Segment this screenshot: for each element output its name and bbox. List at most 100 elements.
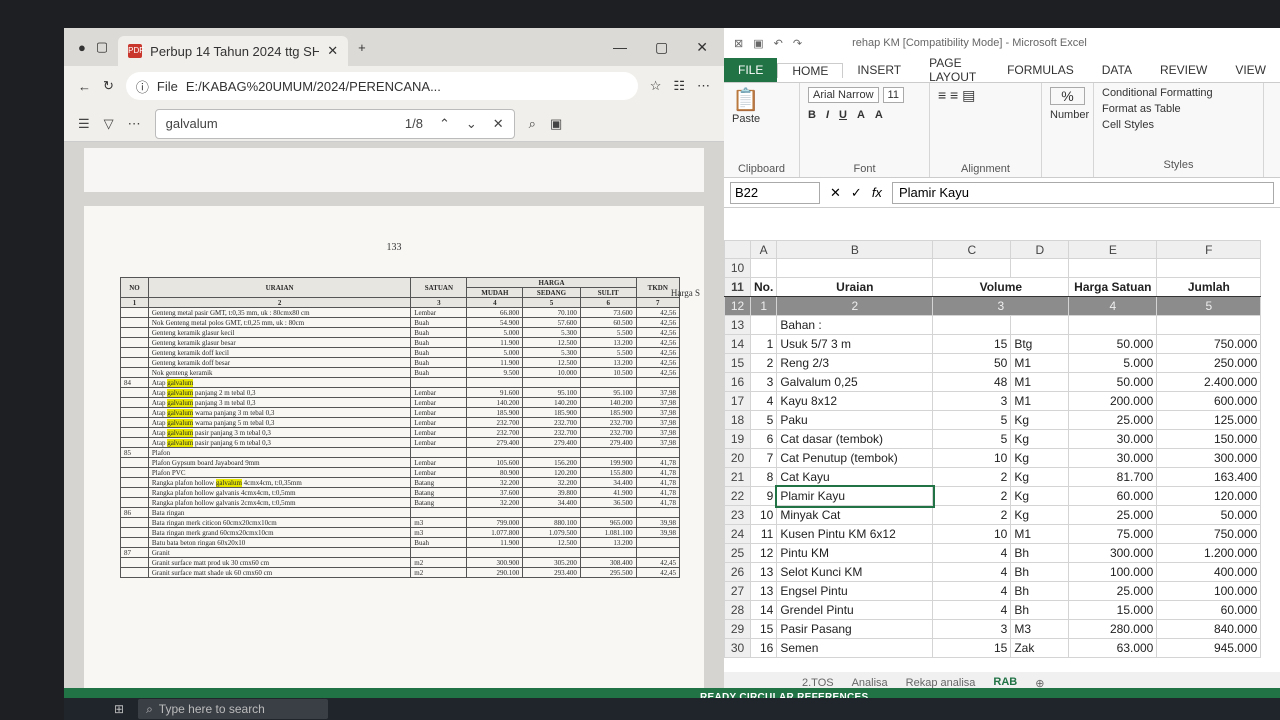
cell[interactable] [1010,258,1070,278]
find-input[interactable]: galvalum [166,116,389,131]
bold-button[interactable]: B [808,109,816,121]
cell-jumlah[interactable]: 400.000 [1156,562,1262,582]
paste-icon[interactable]: 📋 [732,87,791,113]
col-header-c[interactable]: C [932,240,1012,259]
cell-uraian[interactable]: Reng 2/3 [776,353,934,373]
ribbon-tab-review[interactable]: REVIEW [1146,63,1221,77]
row-header[interactable]: 30 [724,638,751,658]
cell-harga[interactable]: 5.000 [1068,353,1158,373]
row-header[interactable]: 21 [724,467,751,487]
cell-harga[interactable]: 30.000 [1068,429,1158,449]
underline-button[interactable]: U [839,109,847,121]
cell[interactable]: 4 [1068,296,1158,316]
cell-uraian[interactable]: Plamir Kayu [774,484,935,508]
cell-uraian[interactable]: Engsel Pintu [776,581,934,601]
pdf-viewer[interactable]: 133 Harga S NO URAIAN SATUAN HARGA TKDN [64,142,724,698]
cell-jumlah[interactable]: 840.000 [1156,619,1262,639]
enter-icon[interactable]: ✓ [851,185,862,201]
cell[interactable] [749,315,778,335]
row-header[interactable]: 14 [724,334,751,354]
cell-no[interactable]: 10 [749,505,778,525]
cell-no-header[interactable]: No. [749,277,778,297]
col-header-b[interactable]: B [776,240,934,259]
contents-icon[interactable]: ☰ [78,116,90,132]
paste-button[interactable]: Paste [732,113,791,125]
cell-no[interactable]: 15 [749,619,778,639]
ribbon-tab-file[interactable]: FILE [724,58,778,82]
cell-jumlah[interactable]: 163.400 [1156,467,1262,487]
row-header[interactable]: 12 [724,296,751,316]
cell-no[interactable]: 4 [749,391,778,411]
cell-jumlah[interactable]: 300.000 [1156,448,1262,468]
cell-volume[interactable]: 5 [932,410,1012,430]
undo-icon[interactable]: ↶ [774,37,783,50]
cell-jumlah[interactable]: 2.400.000 [1156,372,1262,392]
cell[interactable] [932,258,1012,278]
cell[interactable] [1068,258,1158,278]
cell-jumlah[interactable]: 750.000 [1156,334,1262,354]
col-header-e[interactable]: E [1068,240,1158,259]
close-icon[interactable]: ✕ [696,39,708,56]
cell-harga[interactable]: 50.000 [1068,372,1158,392]
font-shrink-icon[interactable]: A [875,109,883,121]
filter-icon[interactable]: ▽ [104,116,114,132]
minimize-icon[interactable]: — [613,39,627,56]
cell-uraian[interactable]: Semen [776,638,934,658]
cell[interactable] [776,258,934,278]
cell-harga[interactable]: 300.000 [1068,543,1158,563]
cell-no[interactable]: 6 [749,429,778,449]
cell-jumlah[interactable]: 150.000 [1156,429,1262,449]
ribbon-tab-data[interactable]: DATA [1088,63,1146,77]
font-grow-icon[interactable]: A [857,109,865,121]
font-name-select[interactable]: Arial Narrow [808,87,879,103]
cell-volume[interactable]: 48 [932,372,1012,392]
cell[interactable]: 1 [749,296,778,316]
ribbon-tab-home[interactable]: HOME [777,62,844,78]
cell-no[interactable]: 13 [749,562,778,582]
cell-jumlah[interactable]: 600.000 [1156,391,1262,411]
cell-no[interactable]: 5 [749,410,778,430]
save-icon[interactable]: ▣ [753,37,763,50]
cell-no[interactable]: 3 [749,372,778,392]
cell-jumlah[interactable]: 60.000 [1156,600,1262,620]
cell-harga[interactable]: 25.000 [1068,410,1158,430]
cell-volume[interactable]: 3 [932,619,1012,639]
cell-volume[interactable]: 4 [932,600,1012,620]
cell-no[interactable]: 12 [749,543,778,563]
row-header[interactable]: 13 [724,315,751,335]
function-icon[interactable]: fx [872,185,882,200]
cell-uraian[interactable]: Cat Kayu [776,467,934,487]
cancel-icon[interactable]: ✕ [830,185,841,201]
cell-satuan[interactable]: Bh [1010,581,1070,601]
cell[interactable] [1156,258,1262,278]
cell-satuan[interactable]: M1 [1010,391,1070,411]
taskbar-search[interactable]: ⌕ Type here to search [138,699,329,719]
cell-jumlah-header[interactable]: Jumlah [1156,277,1262,297]
cell-harga-header[interactable]: Harga Satuan [1068,277,1158,297]
worksheet-table[interactable]: A B C D E F 10 11 No. Uraian Volume Harga Satuan Jum… [724,240,1262,658]
font-size-select[interactable]: 11 [882,87,904,103]
cell-no[interactable]: 13 [749,581,778,601]
cell-volume[interactable]: 4 [932,562,1012,582]
more-icon[interactable]: ⋯ [697,78,710,94]
row-header[interactable]: 29 [724,619,751,639]
cell-satuan[interactable]: Kg [1010,505,1070,525]
col-header-d[interactable]: D [1010,240,1070,259]
cell-jumlah[interactable]: 50.000 [1156,505,1262,525]
back-icon[interactable]: ← [78,79,91,94]
cell-satuan[interactable]: Kg [1010,410,1070,430]
ribbon-tab-formulas[interactable]: FORMULAS [993,63,1088,77]
col-header-a[interactable]: A [749,240,778,259]
cell-harga[interactable]: 25.000 [1068,581,1158,601]
cell-uraian[interactable]: Cat dasar (tembok) [776,429,934,449]
align-icons[interactable]: ≡ ≡ ▤ [938,87,1033,104]
address-bar[interactable]: ⓘ File E:/KABAG%20UMUM/2024/PERENCANA... [125,72,638,100]
cell-volume[interactable]: 2 [932,467,1012,487]
cell-volume[interactable]: 15 [932,638,1012,658]
cell-uraian[interactable]: Paku [776,410,934,430]
cell-harga[interactable]: 63.000 [1068,638,1158,658]
tab-pdf[interactable]: PDF Perbup 14 Tahun 2024 ttg SHBJ T ✕ [118,36,349,66]
cell-harga[interactable]: 81.700 [1068,467,1158,487]
row-header[interactable]: 10 [724,258,751,278]
save-icon[interactable]: ▣ [550,116,562,132]
